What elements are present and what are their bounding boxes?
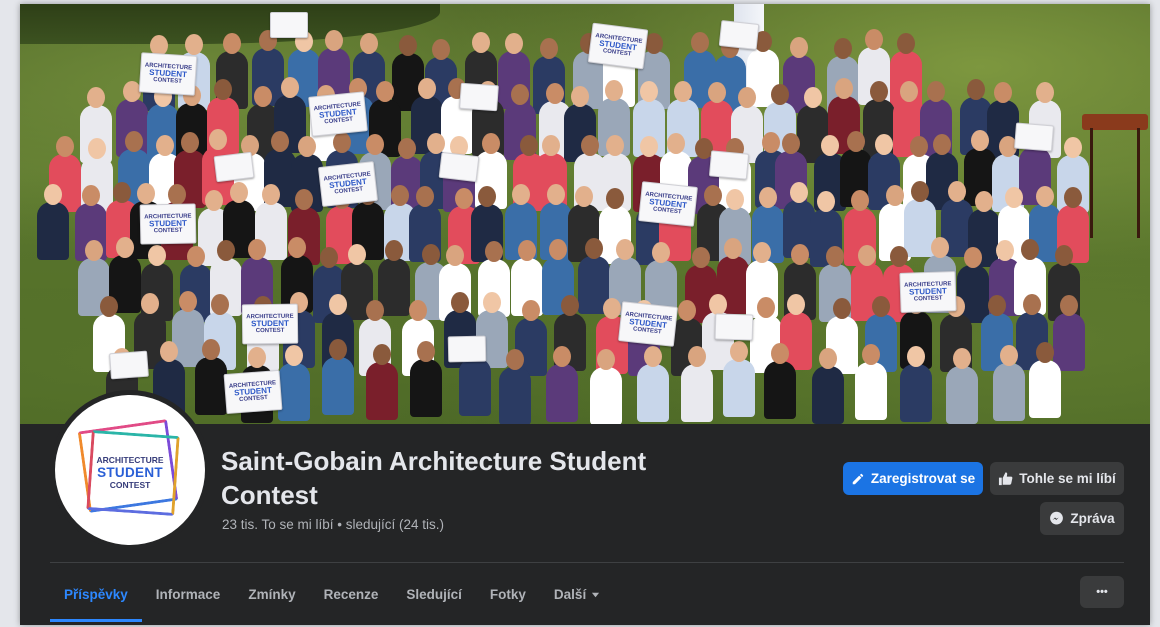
like-page-button-label: Tohle se mi líbí bbox=[1019, 471, 1116, 486]
message-button[interactable]: Zpráva bbox=[1040, 502, 1124, 535]
tab-label: Recenze bbox=[323, 586, 379, 602]
register-button[interactable]: Zaregistrovat se bbox=[843, 462, 983, 495]
contest-sign bbox=[213, 151, 255, 183]
contest-sign bbox=[447, 335, 487, 363]
tab-followers[interactable]: Sledující bbox=[392, 568, 476, 620]
tab-more[interactable]: Další bbox=[540, 568, 614, 620]
like-page-button[interactable]: Tohle se mi líbí bbox=[990, 462, 1124, 495]
contest-sign: ARCHITECTURE STUDENT CONTEST bbox=[138, 52, 198, 96]
more-options-button[interactable]: ••• bbox=[1080, 576, 1124, 608]
contest-sign bbox=[109, 350, 149, 380]
cover-crowd: ARCHITECTURE STUDENT CONTEST ARCHITECTURE ST… bbox=[20, 4, 1150, 424]
tab-about[interactable]: Informace bbox=[142, 568, 235, 620]
profile-logo: ARCHITECTURE STUDENT CONTEST bbox=[55, 395, 205, 545]
tab-label: Další bbox=[553, 586, 587, 602]
contest-sign bbox=[1014, 122, 1054, 152]
contest-sign bbox=[718, 20, 760, 50]
more-options-icon: ••• bbox=[1096, 586, 1108, 598]
header-divider bbox=[50, 562, 1124, 563]
contest-sign: ARCHITECTURE STUDENT CONTEST bbox=[618, 301, 678, 347]
tab-reviews[interactable]: Recenze bbox=[310, 568, 393, 620]
contest-sign: ARCHITECTURE STUDENT CONTEST bbox=[317, 161, 379, 207]
contest-sign bbox=[269, 11, 309, 39]
page-tabs: Příspěvky Informace Zmínky Recenze Sledu… bbox=[50, 568, 614, 622]
contest-sign: ARCHITECTURE STUDENT CONTEST bbox=[223, 369, 283, 415]
register-button-label: Zaregistrovat se bbox=[870, 471, 976, 486]
thumbs-up-icon bbox=[998, 471, 1013, 486]
contest-sign bbox=[708, 150, 750, 180]
contest-sign: ARCHITECTURE STUDENT CONTEST bbox=[899, 271, 957, 313]
caret-down-icon bbox=[591, 587, 600, 602]
page-header: ARCHITECTURE STUDENT CONTEST ARCHITECTURE ST… bbox=[20, 4, 1150, 625]
pencil-icon bbox=[851, 472, 865, 486]
tab-posts[interactable]: Příspěvky bbox=[50, 568, 142, 622]
messenger-icon bbox=[1049, 511, 1064, 526]
logo-text: ARCHITECTURE STUDENT CONTEST bbox=[55, 455, 205, 491]
logo-line-3: CONTEST bbox=[109, 480, 151, 490]
contest-sign: ARCHITECTURE STUDENT CONTEST bbox=[139, 203, 197, 245]
tab-label: Příspěvky bbox=[64, 586, 128, 602]
cover-photo[interactable]: ARCHITECTURE STUDENT CONTEST ARCHITECTURE ST… bbox=[20, 4, 1150, 424]
tab-label: Informace bbox=[155, 586, 221, 602]
contest-sign: ARCHITECTURE STUDENT CONTEST bbox=[587, 22, 649, 70]
tab-mentions[interactable]: Zmínky bbox=[234, 568, 309, 620]
message-button-label: Zpráva bbox=[1070, 511, 1115, 526]
logo-line-2: STUDENT bbox=[97, 465, 163, 480]
contest-sign bbox=[438, 151, 480, 183]
contest-sign bbox=[714, 313, 754, 341]
page-follower-stats[interactable]: 23 tis. To se mi líbí • sledující (24 ti… bbox=[222, 517, 444, 532]
tab-label: Fotky bbox=[489, 586, 526, 602]
page-title: Saint-Gobain Architecture Student Contes… bbox=[221, 446, 647, 510]
tab-label: Zmínky bbox=[248, 586, 296, 602]
tab-label: Sledující bbox=[406, 586, 462, 602]
contest-sign: ARCHITECTURE STUDENT CONTEST bbox=[241, 303, 299, 345]
contest-sign bbox=[459, 82, 499, 112]
tab-photos[interactable]: Fotky bbox=[476, 568, 540, 620]
contest-sign: ARCHITECTURE STUDENT CONTEST bbox=[638, 181, 698, 227]
profile-picture[interactable]: ARCHITECTURE STUDENT CONTEST bbox=[50, 390, 210, 550]
contest-sign: ARCHITECTURE STUDENT CONTEST bbox=[308, 91, 368, 137]
